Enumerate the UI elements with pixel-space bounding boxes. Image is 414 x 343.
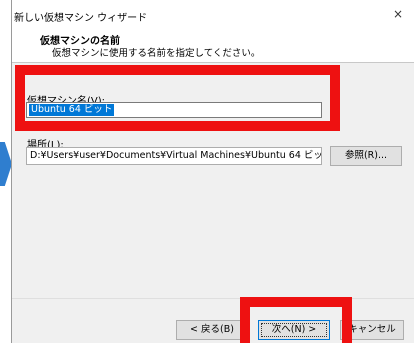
close-icon[interactable]: ×: [390, 6, 406, 22]
focus-ring: [261, 323, 327, 337]
location-input[interactable]: D:¥Users¥user¥Documents¥Virtual Machines…: [26, 147, 322, 165]
cancel-button[interactable]: キャンセル: [340, 320, 404, 340]
back-button[interactable]: < 戻る(B): [176, 320, 248, 340]
vm-name-input[interactable]: Ubuntu 64 ビット: [26, 102, 322, 118]
browse-button[interactable]: 参照(R)...: [330, 146, 402, 166]
footer-divider: [12, 298, 414, 299]
vm-name-value[interactable]: Ubuntu 64 ビット: [29, 104, 115, 116]
window-title: 新しい仮想マシン ウィザード: [14, 13, 148, 24]
next-button[interactable]: 次へ(N) >: [258, 320, 330, 340]
page-subheading: 仮想マシンに使用する名前を指定してください。: [52, 48, 261, 59]
